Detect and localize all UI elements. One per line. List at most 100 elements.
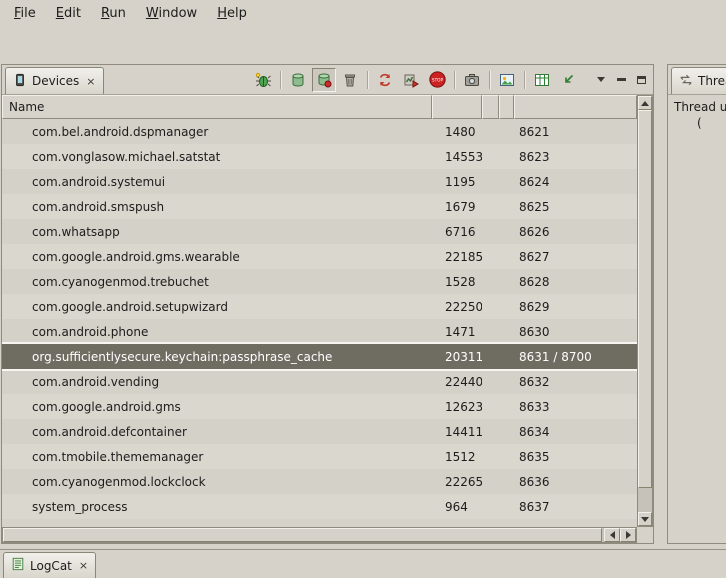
column-header-name[interactable]: Name (2, 95, 432, 119)
column-header-4[interactable] (499, 95, 514, 119)
table-row[interactable]: com.google.android.setupwizard 22250 862… (2, 294, 637, 319)
tab-devices[interactable]: Devices × (5, 67, 104, 94)
vertical-scrollbar[interactable] (637, 95, 653, 527)
sysinfo-icon[interactable] (530, 68, 554, 92)
scroll-right-button[interactable] (620, 528, 636, 542)
table-row[interactable]: system_process 964 8637 (2, 494, 637, 519)
logcat-icon (11, 557, 25, 574)
process-name: com.google.android.setupwizard (2, 300, 432, 314)
logcat-bar: LogCat × (0, 549, 726, 578)
view-menu-icon[interactable] (592, 71, 610, 89)
column-header-pid[interactable] (432, 95, 482, 119)
close-icon[interactable]: × (79, 560, 88, 571)
process-pid: 20311 (432, 350, 482, 364)
tab-logcat[interactable]: LogCat × (3, 552, 96, 578)
threads-icon (679, 73, 693, 90)
empty-toolbar-area (0, 26, 726, 62)
process-pid: 12623 (432, 400, 482, 414)
table-row[interactable]: com.vonglasow.michael.satstat 14553 8623 (2, 144, 637, 169)
scroll-up-button[interactable] (638, 96, 652, 110)
horizontal-scrollbar[interactable] (2, 527, 637, 543)
process-pid: 22185 (432, 250, 482, 264)
toolbar-separator (367, 71, 368, 89)
table-row[interactable]: com.google.android.gms 12623 8633 (2, 394, 637, 419)
process-pid: 1679 (432, 200, 482, 214)
table-row[interactable]: com.android.phone 1471 8630 (2, 319, 637, 344)
table-row[interactable]: com.google.android.gms.wearable 22185 86… (2, 244, 637, 269)
process-name: com.google.android.gms (2, 400, 432, 414)
process-pid: 1471 (432, 325, 482, 339)
column-header-port[interactable] (514, 95, 637, 119)
process-port: 8625 (514, 200, 637, 214)
process-port: 8633 (514, 400, 637, 414)
process-pid: 6716 (432, 225, 482, 239)
process-name: com.cyanogenmod.trebuchet (2, 275, 432, 289)
dump-view-hierarchy-icon[interactable] (556, 68, 580, 92)
process-pid: 1480 (432, 125, 482, 139)
panel-splitter[interactable] (654, 64, 667, 544)
table-row[interactable]: com.cyanogenmod.lockclock 22265 8636 (2, 469, 637, 494)
horizontal-scrollbar-thumb[interactable] (3, 528, 602, 542)
debug-process-icon[interactable] (251, 68, 275, 92)
process-pid: 14411 (432, 425, 482, 439)
table-row[interactable]: com.bel.android.dspmanager 1480 8621 (2, 119, 637, 144)
process-port: 8632 (514, 375, 637, 389)
tab-logcat-label: LogCat (30, 559, 72, 573)
scroll-left-icon (610, 531, 615, 539)
table-row[interactable]: com.android.defcontainer 14411 8634 (2, 419, 637, 444)
process-name: com.google.android.gms.wearable (2, 250, 432, 264)
process-table-body: com.bel.android.dspmanager 1480 8621 com… (2, 119, 637, 519)
threads-tabbar: Threads (668, 65, 726, 95)
scroll-up-icon (641, 101, 649, 106)
process-name: com.tmobile.thememanager (2, 450, 432, 464)
menu-item[interactable]: Window (136, 2, 207, 25)
process-pid: 14553 (432, 150, 482, 164)
process-name: com.android.phone (2, 325, 432, 339)
menu-item[interactable]: Edit (46, 2, 91, 25)
menu-bar: File Edit Run Window Help (0, 0, 726, 26)
threads-message-line1: Thread up (668, 99, 726, 115)
table-row[interactable]: com.android.vending 22440 8632 (2, 369, 637, 394)
process-name: com.bel.android.dspmanager (2, 125, 432, 139)
pixel-perfect-icon[interactable] (495, 68, 519, 92)
process-port: 8637 (514, 500, 637, 514)
toolbar-separator (489, 71, 490, 89)
stop-icon-label: STOP (431, 78, 443, 84)
process-table-header: Name (2, 95, 637, 119)
process-pid: 22250 (432, 300, 482, 314)
menu-item[interactable]: File (4, 2, 46, 25)
devices-panel: Devices × STOP (1, 64, 654, 544)
process-port: 8634 (514, 425, 637, 439)
process-name: org.sufficientlysecure.keychain:passphra… (2, 350, 432, 364)
menu-item[interactable]: Run (91, 2, 136, 25)
tab-threads[interactable]: Threads (671, 67, 726, 94)
close-icon[interactable]: × (86, 76, 95, 87)
toolbar-separator (524, 71, 525, 89)
minimize-icon[interactable] (612, 71, 630, 89)
threads-panel: Threads Thread up ( (667, 64, 726, 544)
table-row[interactable]: org.sufficientlysecure.keychain:passphra… (2, 344, 637, 369)
table-row[interactable]: com.android.smspush 1679 8625 (2, 194, 637, 219)
scroll-down-button[interactable] (638, 512, 652, 526)
screen-capture-icon[interactable] (460, 68, 484, 92)
vertical-scrollbar-thumb[interactable] (638, 110, 652, 488)
process-name: com.android.systemui (2, 175, 432, 189)
stop-process-icon[interactable]: STOP (425, 68, 449, 92)
table-row[interactable]: com.android.systemui 1195 8624 (2, 169, 637, 194)
update-threads-icon[interactable] (373, 68, 397, 92)
update-heap-icon[interactable] (286, 68, 310, 92)
process-pid: 964 (432, 500, 482, 514)
menu-item[interactable]: Help (207, 2, 257, 25)
table-row[interactable]: com.cyanogenmod.trebuchet 1528 8628 (2, 269, 637, 294)
table-row[interactable]: com.whatsapp 6716 8626 (2, 219, 637, 244)
cause-gc-icon[interactable] (338, 68, 362, 92)
maximize-icon[interactable] (632, 71, 650, 89)
column-header-3[interactable] (482, 95, 499, 119)
dump-hprof-icon[interactable] (312, 68, 336, 92)
table-row[interactable]: com.tmobile.thememanager 1512 8635 (2, 444, 637, 469)
scroll-right-icon (626, 531, 631, 539)
start-method-profiling-icon[interactable] (399, 68, 423, 92)
scroll-left-button[interactable] (604, 528, 620, 542)
device-icon (13, 73, 27, 90)
process-port: 8626 (514, 225, 637, 239)
